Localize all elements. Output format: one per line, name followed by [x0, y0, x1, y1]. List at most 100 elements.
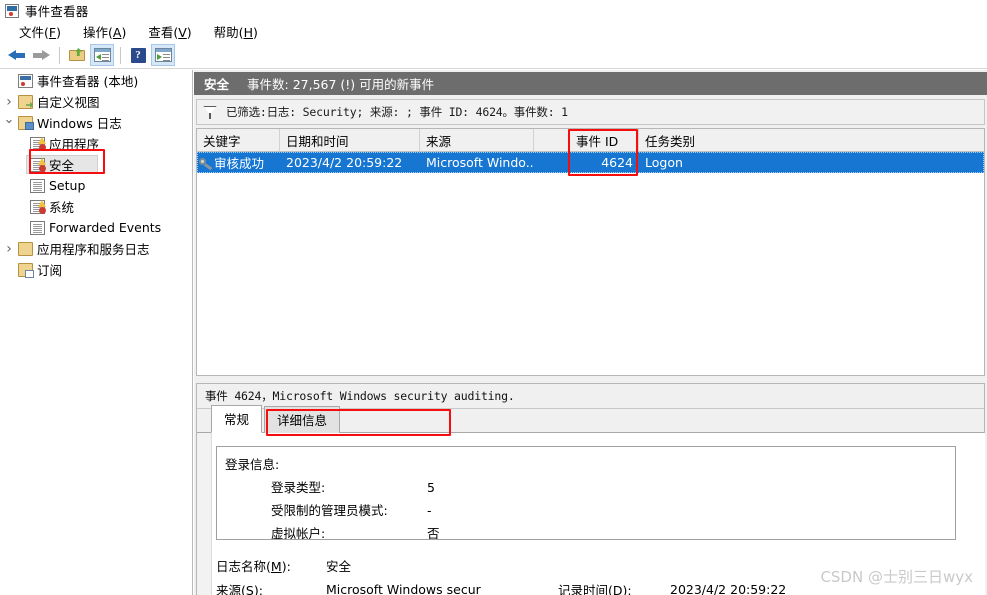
- cell-datetime: 2023/4/2 20:59:22: [286, 155, 403, 170]
- pane-event-count: 事件数: 27,567 (!) 可用的新事件: [247, 77, 435, 92]
- chevron-right-icon[interactable]: [2, 242, 16, 256]
- column-header-source[interactable]: 来源: [420, 129, 534, 151]
- column-header-keyword[interactable]: 关键字: [197, 129, 280, 151]
- tree-item-windows-logs[interactable]: Windows 日志: [0, 112, 192, 133]
- message-field-logon-type: 登录类型: 5: [225, 476, 947, 499]
- pane-header: 安全 事件数: 27,567 (!) 可用的新事件: [194, 72, 987, 95]
- event-detail-pane: 事件 4624，Microsoft Windows security audit…: [196, 383, 985, 595]
- main-pane: 安全 事件数: 27,567 (!) 可用的新事件 已筛选:日志: Securi…: [194, 70, 987, 595]
- watermark: CSDN @士别三日wyx: [820, 568, 973, 586]
- event-viewer-icon: [5, 3, 19, 18]
- tree-item-security[interactable]: 安全: [0, 154, 192, 175]
- tree-item-label: 安全: [49, 158, 75, 173]
- toolbar-separator-2: [120, 46, 121, 64]
- metadata-label-text: 记录时间(: [558, 582, 613, 595]
- menu-file-text: 文件(: [19, 25, 49, 40]
- tab-details[interactable]: 详细信息: [264, 406, 341, 433]
- metadata-label-accel: S: [245, 582, 254, 595]
- tree-item-application[interactable]: 应用程序: [0, 133, 192, 154]
- table-row[interactable]: 审核成功 2023/4/2 20:59:22 Microsoft Windo..…: [197, 152, 984, 173]
- tree-item-label: 事件查看器 (本地): [37, 74, 139, 89]
- menu-view-tail: ): [186, 25, 192, 40]
- toolbar: ?: [0, 42, 987, 69]
- show-console-tree-button[interactable]: [90, 44, 114, 66]
- message-field-restricted-admin-mode: 受限制的管理员模式: -: [225, 499, 947, 522]
- tree-item-event-viewer-root[interactable]: 事件查看器 (本地): [0, 70, 192, 91]
- custom-views-folder-icon: [18, 94, 33, 109]
- filter-description: 已筛选:日志: Security; 来源: ; 事件 ID: 4624。事件数:…: [226, 105, 568, 119]
- detail-scrollbar[interactable]: [198, 433, 212, 595]
- show-hide-console-tree-icon: [93, 48, 111, 62]
- show-action-pane-button[interactable]: [151, 44, 175, 66]
- tree-item-label: Forwarded Events: [49, 220, 162, 235]
- filter-bar[interactable]: 已筛选:日志: Security; 来源: ; 事件 ID: 4624。事件数:…: [196, 99, 985, 125]
- column-header-spacer: [534, 129, 570, 151]
- help-icon: ?: [130, 47, 146, 63]
- menu-action[interactable]: 操作(A): [72, 21, 137, 42]
- open-folder-button[interactable]: [65, 44, 89, 66]
- event-viewer-window: 事件查看器 文件(F) 操作(A) 查看(V) 帮助(H) ? 事件查看器 (本…: [0, 0, 987, 595]
- message-field-value: -: [427, 503, 432, 518]
- menu-help-text: 帮助(: [213, 25, 244, 40]
- metadata-label-logged: 记录时间(D):: [558, 580, 670, 595]
- application-log-icon: [30, 136, 46, 151]
- forwarded-events-log-icon: [30, 220, 45, 235]
- system-log-icon: [30, 199, 46, 214]
- tree-item-applications-and-services-logs[interactable]: 应用程序和服务日志: [0, 238, 192, 259]
- toolbar-separator-1: [59, 46, 60, 64]
- tree-item-custom-views[interactable]: 自定义视图: [0, 91, 192, 112]
- tree-item-subscriptions[interactable]: 订阅: [0, 259, 192, 280]
- message-field-label: 登录类型:: [271, 480, 326, 495]
- show-hide-action-pane-icon: [154, 48, 172, 62]
- message-field-value: 否: [427, 526, 440, 540]
- tab-general[interactable]: 常规: [211, 405, 263, 433]
- menu-view[interactable]: 查看(V): [137, 21, 202, 42]
- message-field-value: 5: [427, 480, 435, 495]
- menu-view-text: 查看(: [148, 25, 179, 40]
- cell-source: Microsoft Windo...: [426, 155, 534, 170]
- column-header-datetime[interactable]: 日期和时间: [280, 129, 420, 151]
- pane-title: 安全: [204, 77, 230, 92]
- cell-task-category: Logon: [645, 155, 683, 170]
- tree-item-setup[interactable]: Setup: [0, 175, 192, 196]
- subscriptions-icon: [18, 262, 34, 278]
- forward-arrow-icon: [32, 49, 50, 62]
- metadata-label-accel: M: [270, 558, 282, 574]
- metadata-label-log-name: 日志名称(M):: [216, 556, 326, 575]
- cell-spacer: [534, 152, 570, 173]
- metadata-label-tail: ):: [281, 558, 291, 574]
- event-message-box[interactable]: 登录信息: 登录类型: 5 受限制的管理员模式: - 虚拟帐户: 否: [216, 446, 956, 540]
- menu-help-accel: H: [243, 25, 253, 40]
- tree-item-label: Windows 日志: [37, 116, 122, 131]
- key-audit-icon: [199, 156, 214, 170]
- message-field-virtual-account: 虚拟帐户: 否: [225, 522, 947, 540]
- message-field-label: 受限制的管理员模式:: [271, 503, 388, 518]
- menu-help-tail: ): [252, 25, 258, 40]
- tree-item-system[interactable]: 系统: [0, 196, 192, 217]
- menu-file[interactable]: 文件(F): [8, 21, 72, 42]
- chevron-down-icon[interactable]: [2, 116, 16, 129]
- detail-tabstrip: 常规 详细信息: [197, 405, 984, 433]
- metadata-label-accel: D: [612, 582, 623, 595]
- column-header-task-category[interactable]: 任务类别: [639, 129, 984, 151]
- cell-event-id: 4624: [601, 155, 633, 170]
- column-header-event-id[interactable]: 事件 ID: [570, 129, 639, 151]
- console-tree[interactable]: 事件查看器 (本地) 自定义视图 Windows 日志 应用程序: [0, 70, 193, 595]
- menubar: 文件(F) 操作(A) 查看(V) 帮助(H): [0, 21, 987, 42]
- events-table[interactable]: 关键字 日期和时间 来源 事件 ID 任务类别 审核成功 2023/4/2 20…: [196, 128, 985, 376]
- tree-item-label: 应用程序: [49, 137, 100, 152]
- message-field-label: 虚拟帐户:: [271, 526, 326, 540]
- help-button[interactable]: ?: [126, 44, 150, 66]
- tree-item-label: 应用程序和服务日志: [37, 242, 150, 257]
- events-table-header: 关键字 日期和时间 来源 事件 ID 任务类别: [197, 129, 984, 152]
- menu-action-tail: ): [121, 25, 127, 40]
- setup-log-icon: [30, 178, 45, 193]
- menu-file-tail: ): [56, 25, 61, 40]
- tree-item-forwarded-events[interactable]: Forwarded Events: [0, 217, 192, 238]
- menu-help[interactable]: 帮助(H): [203, 21, 269, 42]
- metadata-label-tail: ):: [253, 582, 263, 595]
- chevron-right-icon[interactable]: [2, 95, 16, 109]
- forward-button[interactable]: [29, 44, 53, 66]
- menu-action-text: 操作(: [82, 25, 113, 40]
- back-button[interactable]: [4, 44, 28, 66]
